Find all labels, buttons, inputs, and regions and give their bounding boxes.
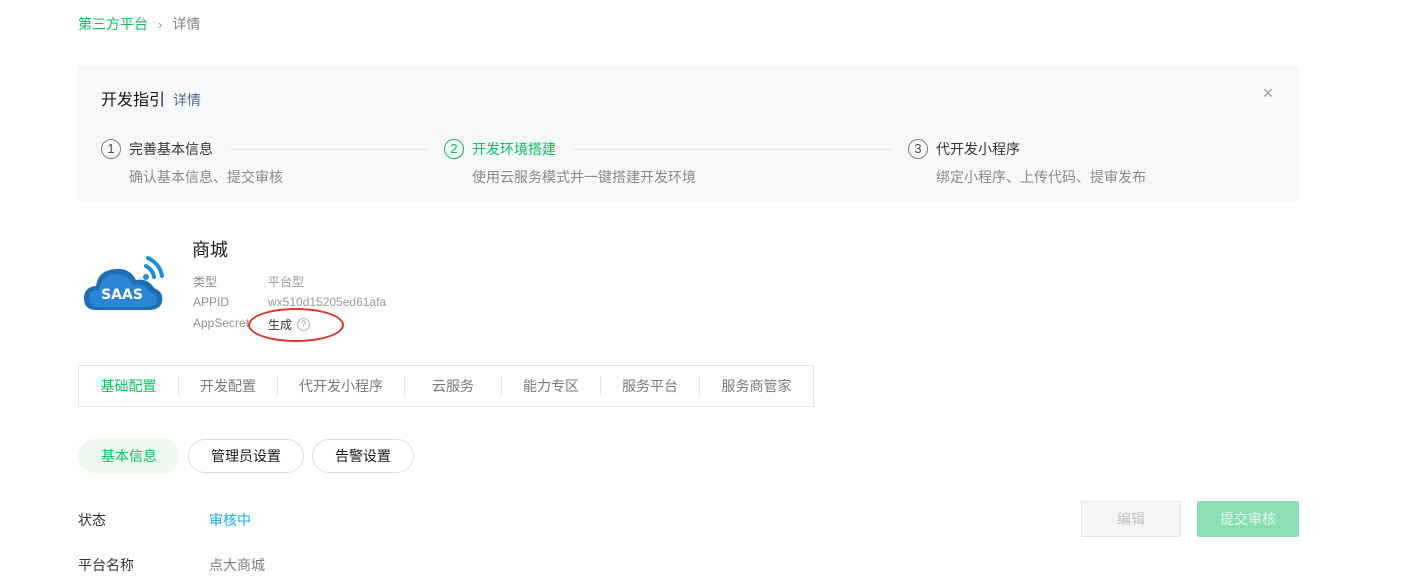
step-description: 绑定小程序、上传代码、提审发布 [936,169,1146,185]
info-row-status: 状态 审核中 [78,510,251,530]
sub-tabs: 基本信息 管理员设置 告警设置 [78,439,422,473]
appid-value: wx510d15205ed61afa [268,295,387,309]
step-title: 代开发小程序 [936,141,1020,157]
app-logo-text: SAAS [101,287,143,303]
guide-step-2: 2 开发环境搭建 使用云服务模式并一键搭建开发环境 [444,139,696,187]
appid-label: APPID [193,295,230,309]
meta-row-appid: APPID wx510d15205ed61afa [193,295,386,309]
tab-proxy-mini-program[interactable]: 代开发小程序 [278,376,405,396]
step-number-badge: 1 [101,139,121,159]
generate-secret-link[interactable]: 生成 [268,316,292,333]
tab-cloud-service[interactable]: 云服务 [405,376,502,396]
appsecret-label: AppSecret [193,316,250,330]
info-row-platform-name: 平台名称 点大商城 [78,555,265,575]
meta-row-appsecret: AppSecret 生成 ? [193,316,311,333]
step-number-badge: 3 [908,139,928,159]
type-value: 平台型 [268,275,305,289]
breadcrumb-current: 详情 [172,16,201,32]
type-label: 类型 [193,275,218,289]
subtab-alert-settings[interactable]: 告警设置 [312,439,414,473]
subtab-admin-settings[interactable]: 管理员设置 [188,439,304,473]
step-connector [573,149,892,150]
dev-guide-header: 开发指引 详情 [101,86,201,110]
dev-guide-detail-link[interactable]: 详情 [173,90,201,110]
platform-name-value: 点大商城 [209,557,265,573]
tab-capabilities[interactable]: 能力专区 [502,376,601,396]
status-badge: 审核中 [209,512,251,528]
meta-row-type: 类型 平台型 [193,273,304,290]
dev-guide-panel: 开发指引 详情 × 1 完善基本信息 确认基本信息、提交审核 2 开发环境搭建 … [78,66,1299,201]
help-icon[interactable]: ? [297,318,311,331]
step-title: 完善基本信息 [129,141,213,157]
step-number-badge: 2 [444,139,464,159]
breadcrumb: 第三方平台 › 详情 [78,14,200,34]
platform-name-label: 平台名称 [78,557,134,573]
edit-button[interactable]: 编辑 [1081,501,1181,537]
status-label: 状态 [78,512,106,528]
step-description: 使用云服务模式并一键搭建开发环境 [472,169,696,185]
close-icon[interactable]: × [1259,84,1277,102]
tab-dev-config[interactable]: 开发配置 [179,376,278,396]
guide-step-1: 1 完善基本信息 确认基本信息、提交审核 [101,139,283,187]
chevron-right-icon: › [158,16,163,32]
step-connector [230,149,428,150]
app-name: 商城 [192,240,228,260]
subtab-basic-info[interactable]: 基本信息 [78,439,180,473]
dev-guide-title: 开发指引 [101,92,166,109]
submit-review-button[interactable]: 提交审核 [1197,501,1299,537]
step-description: 确认基本信息、提交审核 [129,169,283,185]
guide-step-3: 3 代开发小程序 绑定小程序、上传代码、提审发布 [908,139,1146,187]
tab-basic-config[interactable]: 基础配置 [79,376,179,396]
main-tabs: 基础配置 开发配置 代开发小程序 云服务 能力专区 服务平台 服务商管家 [78,365,814,407]
tab-service-platform[interactable]: 服务平台 [601,376,700,396]
step-title: 开发环境搭建 [472,141,556,157]
app-logo: SAAS [84,256,164,310]
tab-service-steward[interactable]: 服务商管家 [700,376,813,396]
breadcrumb-third-party-platform[interactable]: 第三方平台 [78,14,148,34]
